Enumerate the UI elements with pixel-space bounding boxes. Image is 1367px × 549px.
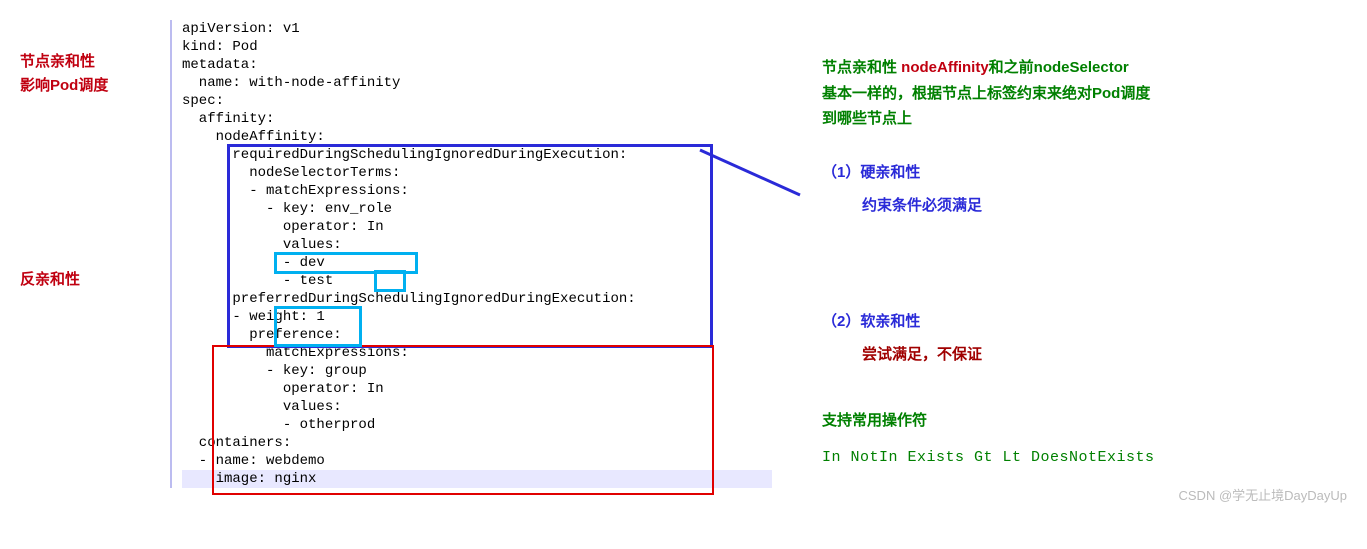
code-line: nodeAffinity:	[182, 128, 772, 146]
hard-affinity-sub: 约束条件必须满足	[862, 193, 1362, 219]
label-node-affinity: 节点亲和性 影响Pod调度	[20, 50, 170, 98]
code-line: kind: Pod	[182, 38, 772, 56]
right-annotations: 节点亲和性 nodeAffinity和之前nodeSelector 基本一样的，…	[822, 20, 1362, 471]
code-line: requiredDuringSchedulingIgnoredDuringExe…	[182, 146, 772, 164]
description-block: 节点亲和性 nodeAffinity和之前nodeSelector 基本一样的，…	[822, 55, 1362, 132]
code-line: values:	[182, 236, 772, 254]
code-line: - key: group	[182, 362, 772, 380]
code-line: metadata:	[182, 56, 772, 74]
code-line: - otherprod	[182, 416, 772, 434]
code-line: - dev	[182, 254, 772, 272]
code-line: - key: env_role	[182, 200, 772, 218]
watermark: CSDN @学无止境DayDayUp	[1179, 485, 1348, 504]
operators-title: 支持常用操作符	[822, 412, 927, 429]
code-line: preference:	[182, 326, 772, 344]
code-line: apiVersion: v1	[182, 20, 772, 38]
code-line: containers:	[182, 434, 772, 452]
soft-affinity-title: （2）软亲和性	[822, 313, 920, 330]
hard-affinity-section: （1）硬亲和性 约束条件必须满足	[822, 160, 1362, 219]
code-line: preferredDuringSchedulingIgnoredDuringEx…	[182, 290, 772, 308]
soft-affinity-section: （2）软亲和性 尝试满足，不保证	[822, 309, 1362, 368]
code-line: name: with-node-affinity	[182, 74, 772, 92]
code-line: - weight: 1	[182, 308, 772, 326]
code-line: operator: In	[182, 380, 772, 398]
operators-section: 支持常用操作符 In NotIn Exists Gt Lt DoesNotExi…	[822, 408, 1362, 471]
code-line: affinity:	[182, 110, 772, 128]
code-line: spec:	[182, 92, 772, 110]
soft-affinity-sub: 尝试满足，不保证	[862, 342, 1362, 368]
code-line: nodeSelectorTerms:	[182, 164, 772, 182]
code-line: values:	[182, 398, 772, 416]
yaml-code-block: apiVersion: v1 kind: Pod metadata: name:…	[170, 20, 772, 488]
code-line: - test	[182, 272, 772, 290]
left-annotations: 节点亲和性 影响Pod调度 反亲和性	[20, 20, 170, 292]
code-line: operator: In	[182, 218, 772, 236]
label-anti-affinity: 反亲和性	[20, 268, 170, 292]
hard-affinity-title: （1）硬亲和性	[822, 164, 920, 181]
code-line: matchExpressions:	[182, 344, 772, 362]
code-line-active: image: nginx	[182, 470, 772, 488]
operators-list: In NotIn Exists Gt Lt DoesNotExists	[822, 445, 1362, 471]
code-line: - name: webdemo	[182, 452, 772, 470]
code-line: - matchExpressions:	[182, 182, 772, 200]
